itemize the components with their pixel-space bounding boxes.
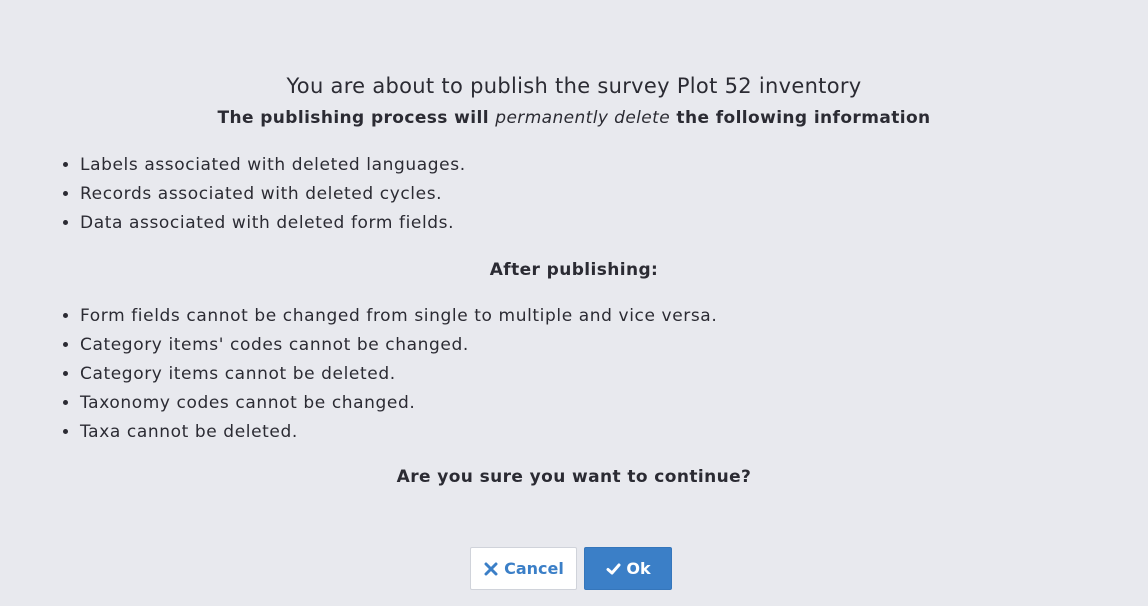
deleted-info-list: Labels associated with deleted languages…: [62, 151, 466, 238]
dialog-title: You are about to publish the survey Plot…: [286, 74, 862, 98]
subtitle-before: The publishing process will: [217, 108, 496, 128]
check-icon: [605, 561, 621, 577]
list-item: Data associated with deleted form fields…: [80, 209, 466, 238]
dialog-subtitle: The publishing process will permanently …: [0, 108, 1148, 128]
list-item: Labels associated with deleted languages…: [80, 151, 466, 180]
close-icon: [483, 561, 499, 577]
list-item: Taxa cannot be deleted.: [80, 418, 717, 447]
list-item: Records associated with deleted cycles.: [80, 180, 466, 209]
ok-button[interactable]: Ok: [584, 547, 672, 590]
subtitle-after: the following information: [670, 108, 931, 128]
after-publishing-heading: After publishing:: [489, 260, 659, 280]
list-item: Form fields cannot be changed from singl…: [80, 302, 717, 331]
cancel-button[interactable]: Cancel: [470, 547, 577, 590]
subtitle-emphasis: permanently delete: [495, 108, 671, 128]
publish-survey-dialog: You are about to publish the survey Plot…: [0, 0, 1148, 606]
list-item: Category items cannot be deleted.: [80, 360, 717, 389]
cancel-button-label: Cancel: [504, 559, 564, 578]
confirmation-question: Are you sure you want to continue?: [396, 467, 752, 487]
list-item: Category items' codes cannot be changed.: [80, 331, 717, 360]
ok-button-label: Ok: [626, 559, 651, 578]
after-publishing-list: Form fields cannot be changed from singl…: [62, 302, 717, 447]
list-item: Taxonomy codes cannot be changed.: [80, 389, 717, 418]
